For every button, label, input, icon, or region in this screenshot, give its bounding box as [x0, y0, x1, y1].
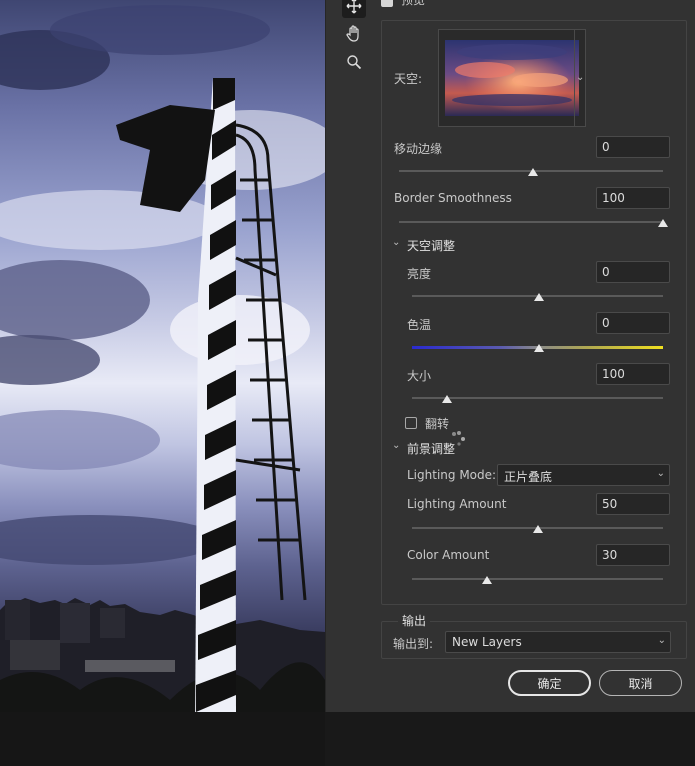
- temperature-field[interactable]: 0: [596, 312, 670, 334]
- chevron-down-icon: ⌄: [657, 635, 666, 646]
- border-smoothness-label: Border Smoothness: [394, 191, 512, 205]
- brightness-slider-thumb[interactable]: [534, 293, 544, 301]
- color-amount-slider-track[interactable]: [412, 578, 663, 580]
- output-to-value: New Layers: [452, 635, 522, 649]
- chevron-down-icon[interactable]: ⌄: [576, 72, 584, 83]
- border-smoothness-field[interactable]: 100: [596, 187, 670, 209]
- hand-tool[interactable]: [342, 22, 366, 46]
- chevron-down-icon: ⌄: [656, 468, 665, 479]
- lighting-mode-label: Lighting Mode:: [407, 468, 497, 482]
- lighting-mode-select[interactable]: 正片叠底 ⌄: [497, 464, 670, 486]
- signal-mast-photo: [0, 5, 325, 766]
- shift-edge-slider-thumb[interactable]: [528, 168, 538, 176]
- foreground-adjust-title[interactable]: 前景调整: [407, 440, 455, 457]
- border-smoothness-slider-track[interactable]: [399, 221, 663, 223]
- brightness-field[interactable]: 0: [596, 261, 670, 283]
- scale-slider-thumb[interactable]: [442, 395, 452, 403]
- color-amount-slider-thumb[interactable]: [482, 576, 492, 584]
- output-to-label: 输出到:: [393, 637, 434, 651]
- scale-label: 大小: [407, 369, 432, 383]
- preview-label: 预览: [401, 0, 426, 7]
- sky-thumbnail: [445, 40, 579, 116]
- chevron-down-icon[interactable]: ⌄: [392, 440, 400, 451]
- temperature-slider-thumb[interactable]: [534, 344, 544, 352]
- loading-spinner-icon: [452, 431, 465, 446]
- lighting-amount-label: Lighting Amount: [407, 497, 507, 511]
- image-canvas[interactable]: [0, 0, 325, 766]
- shift-edge-label: 移动边缘: [394, 142, 443, 156]
- color-amount-field[interactable]: 30: [596, 544, 670, 566]
- shift-edge-field[interactable]: 0: [596, 136, 670, 158]
- color-amount-label: Color Amount: [407, 548, 490, 562]
- lighting-amount-slider-thumb[interactable]: [533, 525, 543, 533]
- ok-button[interactable]: 确定: [508, 670, 591, 696]
- canvas-bottom-right: [325, 712, 695, 766]
- sky-adjust-title[interactable]: 天空调整: [407, 237, 455, 254]
- hand-icon: [346, 25, 359, 42]
- lighting-mode-value: 正片叠底: [504, 470, 553, 484]
- border-smoothness-slider-thumb[interactable]: [658, 219, 668, 227]
- move-tool[interactable]: [342, 0, 366, 18]
- chevron-down-icon[interactable]: ⌄: [392, 237, 400, 248]
- sky-label: 天空:: [394, 72, 423, 86]
- temperature-label: 色温: [407, 318, 432, 332]
- output-to-select[interactable]: New Layers ⌄: [445, 631, 671, 653]
- cancel-button[interactable]: 取消: [599, 670, 682, 696]
- sky-preset-picker[interactable]: ⌄: [438, 29, 586, 127]
- move-icon: [346, 0, 362, 14]
- flip-label: 翻转: [425, 417, 450, 431]
- preview-checkbox[interactable]: [381, 0, 393, 7]
- brightness-label: 亮度: [407, 267, 432, 281]
- lighting-amount-field[interactable]: 50: [596, 493, 670, 515]
- output-title: 输出: [398, 612, 431, 629]
- sky-replacement-dialog: 预览 天空: ⌄ 移动边缘 0 Border Smoothness 100 ⌄ …: [325, 0, 695, 712]
- zoom-tool[interactable]: [342, 50, 366, 74]
- flip-checkbox[interactable]: [405, 417, 417, 429]
- magnifier-icon: [347, 55, 362, 70]
- scale-field[interactable]: 100: [596, 363, 670, 385]
